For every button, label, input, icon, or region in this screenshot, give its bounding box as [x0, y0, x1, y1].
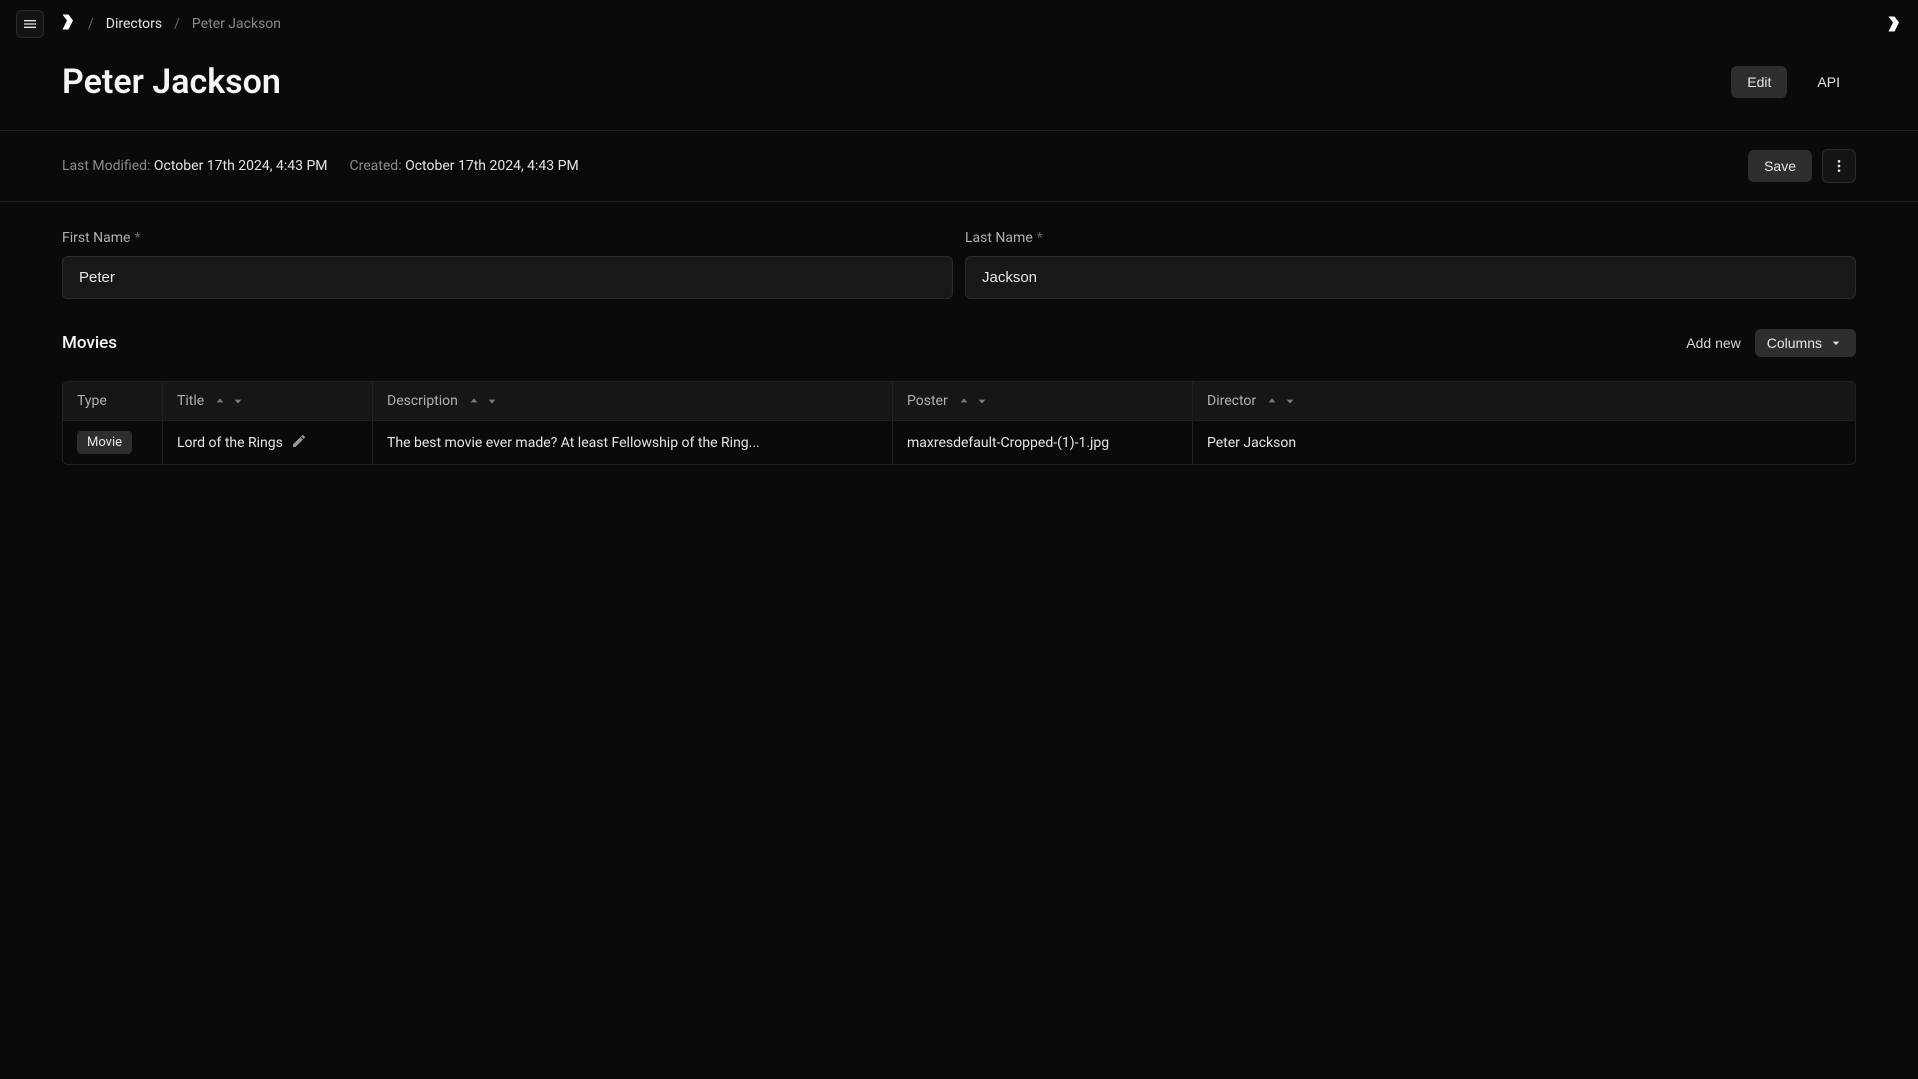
cell-description: The best movie ever made? At least Fello… [373, 421, 893, 464]
columns-button[interactable]: Columns [1755, 329, 1856, 357]
page-header: Peter Jackson Edit API [0, 48, 1918, 131]
col-description[interactable]: Description [373, 382, 893, 420]
required-star: * [1037, 230, 1043, 246]
col-type[interactable]: Type [63, 382, 163, 420]
movies-actions: Add new Columns [1686, 329, 1856, 357]
col-poster-label: Poster [907, 393, 948, 409]
more-vertical-icon [1831, 158, 1847, 174]
last-name-label: Last Name* [965, 230, 1856, 246]
col-director[interactable]: Director [1193, 382, 1855, 420]
breadcrumb-separator: / [88, 16, 94, 32]
cell-title-text: Lord of the Rings [177, 435, 283, 451]
cell-type: Movie [63, 421, 163, 464]
created-label: Created: [350, 158, 402, 174]
required-star: * [134, 230, 140, 246]
meta-row: Last Modified: October 17th 2024, 4:43 P… [0, 131, 1918, 202]
topbar: / Directors / Peter Jackson [0, 0, 1918, 48]
cell-title: Lord of the Rings [163, 421, 373, 464]
breadcrumb-separator: / [174, 16, 180, 32]
col-poster[interactable]: Poster [893, 382, 1193, 420]
meta-timestamps: Last Modified: October 17th 2024, 4:43 P… [62, 158, 579, 174]
first-name-label-text: First Name [62, 230, 130, 246]
name-row: First Name* Last Name* [62, 230, 1856, 299]
api-button[interactable]: API [1801, 66, 1856, 98]
hamburger-icon [22, 16, 38, 32]
sort-desc-icon[interactable] [974, 393, 990, 409]
edit-row-icon[interactable] [291, 433, 307, 453]
last-modified-label: Last Modified: [62, 158, 150, 174]
columns-button-label: Columns [1767, 335, 1822, 351]
first-name-group: First Name* [62, 230, 953, 299]
movies-header: Movies Add new Columns [62, 329, 1856, 357]
movies-table-body: Movie Lord of the Rings The best movie eve… [63, 421, 1855, 464]
last-modified: Last Modified: October 17th 2024, 4:43 P… [62, 158, 328, 174]
save-button[interactable]: Save [1748, 150, 1812, 182]
breadcrumb: / Directors / Peter Jackson [58, 13, 281, 35]
col-type-label: Type [77, 393, 107, 409]
page-title: Peter Jackson [62, 62, 281, 102]
movies-table-head: Type Title Description Poster [63, 382, 1855, 421]
chevron-down-icon [1828, 335, 1844, 351]
sort-desc-icon[interactable] [484, 393, 500, 409]
type-badge: Movie [77, 431, 132, 454]
col-title-label: Title [177, 393, 204, 409]
first-name-input[interactable] [62, 256, 953, 299]
first-name-label: First Name* [62, 230, 953, 246]
last-name-label-text: Last Name [965, 230, 1033, 246]
menu-button[interactable] [16, 10, 44, 38]
edit-button[interactable]: Edit [1731, 66, 1787, 98]
meta-actions: Save [1748, 149, 1856, 183]
created-value: October 17th 2024, 4:43 PM [405, 158, 579, 174]
breadcrumb-directors[interactable]: Directors [106, 16, 162, 32]
last-modified-value: October 17th 2024, 4:43 PM [154, 158, 328, 174]
cell-poster: maxresdefault-Cropped-(1)-1.jpg [893, 421, 1193, 464]
created: Created: October 17th 2024, 4:43 PM [350, 158, 579, 174]
sort-asc-icon[interactable] [956, 393, 972, 409]
table-row[interactable]: Movie Lord of the Rings The best movie eve… [63, 421, 1855, 464]
movies-table: Type Title Description Poster [62, 381, 1856, 465]
col-director-label: Director [1207, 393, 1256, 409]
sort-asc-icon[interactable] [1264, 393, 1280, 409]
sort-desc-icon[interactable] [1282, 393, 1298, 409]
cell-director: Peter Jackson [1193, 421, 1855, 464]
sort-asc-icon[interactable] [466, 393, 482, 409]
top-right-logo[interactable] [1884, 15, 1902, 33]
more-actions-button[interactable] [1822, 149, 1856, 183]
add-new-button[interactable]: Add new [1686, 335, 1740, 351]
movies-title: Movies [62, 333, 117, 353]
last-name-group: Last Name* [965, 230, 1856, 299]
sort-asc-icon[interactable] [212, 393, 228, 409]
sort-desc-icon[interactable] [230, 393, 246, 409]
col-description-label: Description [387, 393, 458, 409]
form-area: First Name* Last Name* Movies Add new Co… [0, 202, 1918, 465]
logo-icon[interactable] [58, 13, 76, 35]
breadcrumb-current: Peter Jackson [192, 16, 281, 32]
col-title[interactable]: Title [163, 382, 373, 420]
last-name-input[interactable] [965, 256, 1856, 299]
header-actions: Edit API [1731, 66, 1856, 98]
